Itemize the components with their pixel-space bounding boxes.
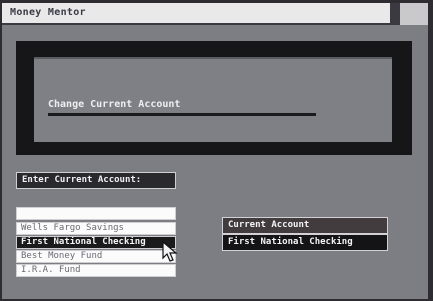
account-list-item[interactable]: Best Money Fund bbox=[16, 250, 176, 263]
title-bar-depth-gadget[interactable] bbox=[390, 3, 400, 25]
account-list-item[interactable]: Wells Fargo Savings bbox=[16, 222, 176, 235]
panel-heading: Change Current Account bbox=[48, 99, 181, 110]
account-list-item-selected[interactable]: First National Checking bbox=[16, 236, 176, 249]
current-account-value: First National Checking bbox=[222, 234, 388, 251]
enter-account-label: Enter Current Account: bbox=[22, 175, 142, 185]
title-bar-front-back-gadget[interactable] bbox=[400, 3, 428, 25]
current-account-box: Current Account First National Checking bbox=[222, 217, 388, 251]
mouse-pointer-icon bbox=[162, 241, 178, 262]
main-panel: Change Current Account bbox=[34, 57, 392, 142]
account-list-item[interactable]: I.R.A. Fund bbox=[16, 264, 176, 277]
account-entry-field[interactable] bbox=[16, 207, 176, 220]
heading-underline bbox=[48, 113, 316, 116]
app-screen: Money Mentor Change Current Account Ente… bbox=[2, 3, 428, 299]
window-title: Money Mentor bbox=[10, 7, 86, 18]
current-account-header: Current Account bbox=[222, 217, 388, 234]
main-panel-frame: Change Current Account bbox=[16, 41, 412, 155]
account-list: Wells Fargo Savings First National Check… bbox=[16, 222, 176, 294]
window-title-bar[interactable]: Money Mentor bbox=[2, 3, 428, 25]
enter-account-label-box: Enter Current Account: bbox=[16, 172, 176, 189]
